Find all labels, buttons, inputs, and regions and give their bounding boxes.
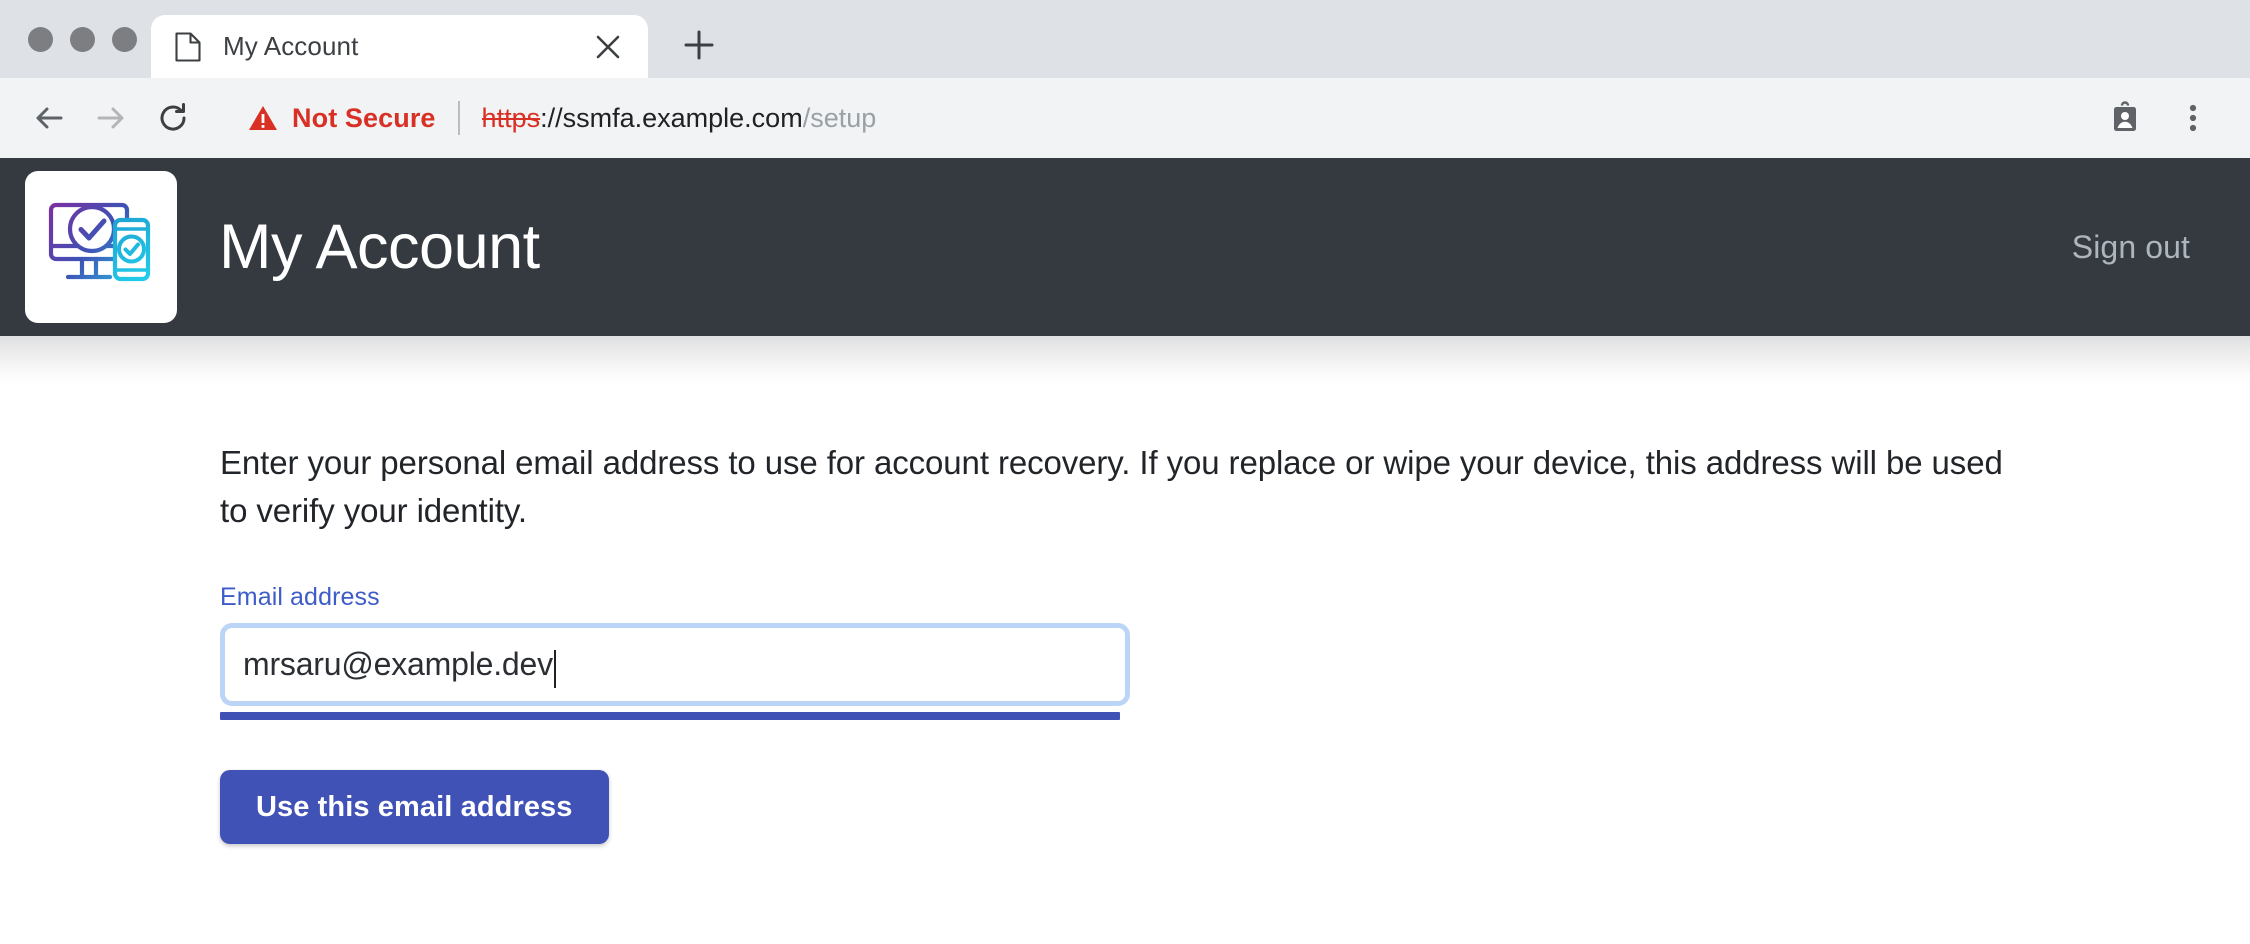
email-input-value: mrsaru@example.dev (243, 646, 553, 683)
url-host: ssmfa.example.com (562, 102, 803, 133)
header-shadow (0, 336, 2250, 384)
page-title: My Account (219, 211, 540, 282)
tab-strip: My Account (0, 0, 2250, 78)
site-header: My Account Sign out (0, 158, 2250, 336)
email-input-wrapper: mrsaru@example.dev (220, 623, 1130, 721)
url-separator: :// (540, 102, 563, 133)
back-icon[interactable] (18, 87, 80, 149)
main-content: Enter your personal email address to use… (0, 384, 2250, 845)
contact-card-icon[interactable] (2098, 91, 2152, 145)
device-verification-logo (25, 171, 177, 323)
window-maximize-button[interactable] (112, 26, 137, 52)
window-close-button[interactable] (28, 26, 53, 52)
email-label: Email address (220, 583, 380, 612)
toolbar-icon-group (2098, 91, 2220, 145)
intro-text: Enter your personal email address to use… (220, 444, 2003, 530)
browser-toolbar: Not Secure https://ssmfa.example.com/set… (0, 78, 2250, 158)
close-icon[interactable] (588, 27, 628, 67)
text-cursor (553, 649, 556, 688)
omnibox-divider (457, 101, 460, 135)
email-input[interactable]: mrsaru@example.dev (220, 623, 1130, 707)
browser-menu-icon[interactable] (2166, 91, 2220, 145)
sign-out-link[interactable]: Sign out (2072, 229, 2190, 266)
browser-chrome: My Account Not Secure https://ssmfa.exam… (0, 0, 2250, 158)
address-bar[interactable]: Not Secure https://ssmfa.example.com/set… (218, 89, 2080, 147)
document-icon (175, 31, 201, 62)
not-secure-label: Not Secure (292, 102, 436, 133)
forward-icon (80, 87, 142, 149)
url-scheme: https (481, 102, 541, 133)
warning-triangle-icon (248, 104, 278, 132)
window-traffic-lights (18, 0, 151, 78)
input-underline (220, 712, 1120, 721)
new-tab-button[interactable] (674, 20, 724, 70)
browser-tab-my-account[interactable]: My Account (151, 15, 648, 78)
reload-icon[interactable] (142, 87, 204, 149)
window-minimize-button[interactable] (70, 26, 95, 52)
url-path: /setup (802, 102, 877, 133)
tab-title: My Account (223, 31, 359, 61)
security-status[interactable]: Not Secure (248, 103, 436, 134)
url-text: https://ssmfa.example.com/setup (482, 103, 877, 134)
use-this-email-address-button[interactable]: Use this email address (220, 770, 609, 845)
